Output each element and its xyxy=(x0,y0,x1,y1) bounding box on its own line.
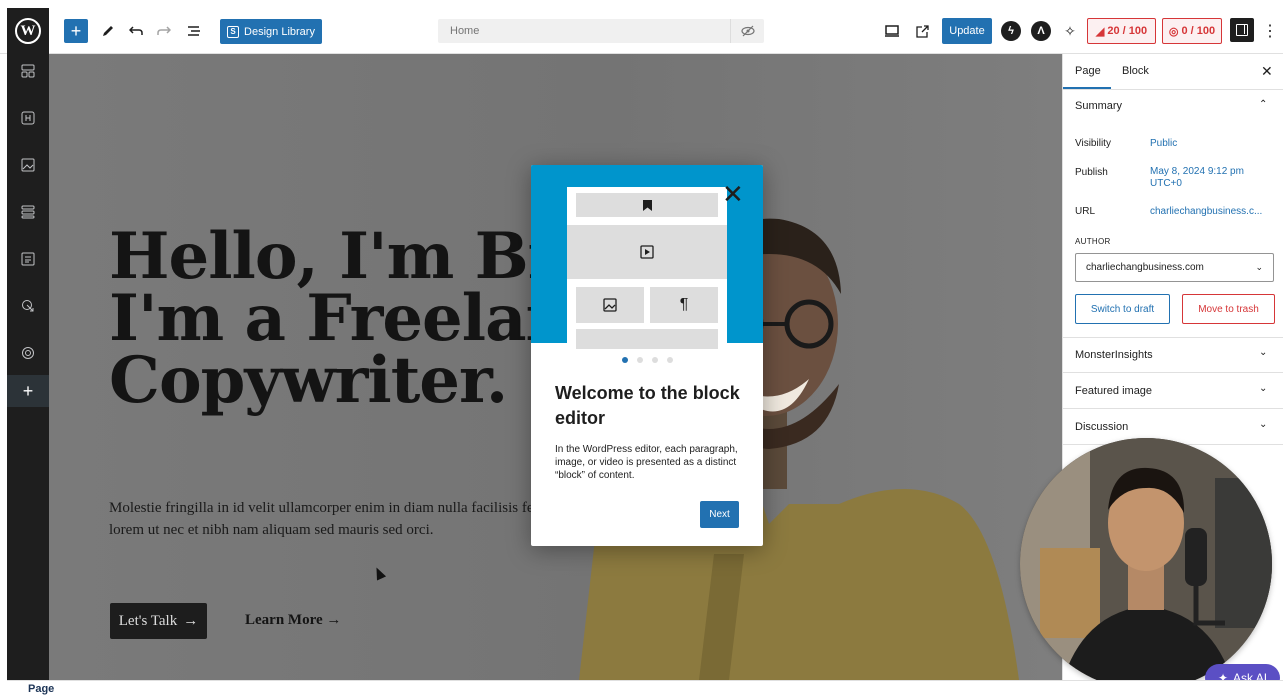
eye-slash-icon[interactable] xyxy=(730,19,764,43)
next-button[interactable]: Next xyxy=(700,501,739,528)
author-select[interactable]: charliechangbusiness.com ⌄ xyxy=(1075,253,1274,282)
document-title-bar[interactable]: Home xyxy=(438,19,764,43)
hero-subtext[interactable]: Molestie fringilla in id velit ullamcorp… xyxy=(109,497,549,541)
publish-value[interactable]: May 8, 2024 9:12 pm UTC+0 xyxy=(1150,166,1275,190)
step-dot[interactable] xyxy=(666,357,673,363)
author-value: charliechangbusiness.com xyxy=(1086,262,1204,273)
layers-icon[interactable] xyxy=(7,341,49,365)
target-icon: ◎ xyxy=(1168,25,1179,38)
stack-icon[interactable] xyxy=(7,200,49,224)
bolt-icon[interactable]: ϟ xyxy=(1001,21,1021,41)
welcome-body: In the WordPress editor, each paragraph,… xyxy=(555,444,738,481)
wordpress-logo[interactable]: W xyxy=(7,8,49,54)
document-title: Home xyxy=(450,25,480,37)
cursor-click-icon[interactable] xyxy=(7,294,49,318)
left-sidebar: + xyxy=(7,54,49,680)
heading-icon[interactable] xyxy=(7,106,49,130)
step-dot[interactable] xyxy=(621,357,628,363)
move-to-trash-button[interactable]: Move to trash xyxy=(1182,294,1275,324)
astra-icon[interactable]: Λ xyxy=(1031,21,1051,41)
block-breadcrumb: Page xyxy=(7,680,1283,697)
arrow-right-icon: → xyxy=(326,612,342,628)
pencil-icon[interactable] xyxy=(98,19,118,43)
design-library-button[interactable]: S Design Library xyxy=(220,19,322,44)
list-view-icon[interactable] xyxy=(184,19,204,43)
lets-talk-button[interactable]: Let's Talk → xyxy=(110,603,207,639)
chevron-up-icon[interactable]: ⌃ xyxy=(1259,99,1267,110)
webcam-overlay xyxy=(1020,438,1272,690)
chevron-down-icon[interactable]: ⌄ xyxy=(1259,383,1267,394)
step-dot[interactable] xyxy=(636,357,643,363)
seo-score-badge[interactable]: ◢ 20 / 100 xyxy=(1087,18,1156,44)
visibility-value[interactable]: Public xyxy=(1150,138,1275,150)
discussion-section[interactable]: Discussion xyxy=(1075,421,1128,433)
more-vertical-icon[interactable]: ⋮ xyxy=(1262,19,1278,43)
form-icon[interactable] xyxy=(7,247,49,271)
tab-page[interactable]: Page xyxy=(1063,65,1111,89)
seo-score-icon: ◢ xyxy=(1095,25,1105,38)
sparkle-icon[interactable]: ✧ xyxy=(1060,19,1080,43)
editor-toolbar: W + S Design Library Home Update ϟ Λ ✧ ◢… xyxy=(0,8,1283,54)
lets-talk-label: Let's Talk xyxy=(118,612,178,629)
step-dot[interactable] xyxy=(651,357,658,363)
url-label: URL xyxy=(1075,206,1096,217)
monsterinsights-section[interactable]: MonsterInsights xyxy=(1075,349,1153,361)
close-icon[interactable]: ✕ xyxy=(722,181,744,207)
tab-block[interactable]: Block xyxy=(1122,65,1149,77)
image-block-icon xyxy=(576,287,644,323)
readability-score-badge[interactable]: ◎ 0 / 100 xyxy=(1162,18,1222,44)
settings-panel-icon[interactable] xyxy=(1230,18,1254,42)
update-button[interactable]: Update xyxy=(942,18,992,44)
video-icon xyxy=(567,225,727,279)
switch-to-draft-button[interactable]: Switch to draft xyxy=(1075,294,1170,324)
redo-icon[interactable] xyxy=(154,19,174,43)
chevron-down-icon[interactable]: ⌄ xyxy=(1259,347,1267,358)
close-panel-icon[interactable]: ✕ xyxy=(1261,63,1273,80)
bookmark-icon xyxy=(576,193,718,217)
chevron-down-icon: ⌄ xyxy=(1255,262,1263,272)
desktop-icon[interactable] xyxy=(882,19,902,43)
featured-image-section[interactable]: Featured image xyxy=(1075,385,1152,397)
add-block-button[interactable]: + xyxy=(64,19,88,43)
learn-more-link[interactable]: Learn More → xyxy=(245,612,341,629)
author-label: AUTHOR xyxy=(1075,237,1111,246)
breadcrumb-page[interactable]: Page xyxy=(28,683,54,695)
url-value[interactable]: charliechangbusiness.c... xyxy=(1150,206,1275,218)
paragraph-icon: ¶ xyxy=(650,287,718,323)
publish-label: Publish xyxy=(1075,167,1108,178)
welcome-title: Welcome to the block editor xyxy=(555,383,740,428)
seo-score-value: 20 / 100 xyxy=(1107,25,1148,37)
external-link-icon[interactable] xyxy=(912,19,932,43)
design-library-icon: S xyxy=(227,25,240,38)
undo-icon[interactable] xyxy=(126,19,146,43)
settings-tabs: Page Block ✕ xyxy=(1063,54,1283,90)
summary-section-title[interactable]: Summary xyxy=(1075,100,1122,112)
step-indicator xyxy=(531,357,763,363)
readability-score-value: 0 / 100 xyxy=(1181,25,1216,37)
grid-icon[interactable] xyxy=(7,59,49,83)
learn-more-label: Learn More xyxy=(245,612,323,628)
image-icon[interactable] xyxy=(7,153,49,177)
welcome-guide-illustration: ¶ ✕ xyxy=(531,165,763,349)
plus-icon[interactable]: + xyxy=(7,375,49,407)
welcome-guide-modal: ¶ ✕ Welcome to the block editor In the W… xyxy=(531,165,763,546)
arrow-right-icon: → xyxy=(183,612,199,629)
visibility-label: Visibility xyxy=(1075,138,1111,149)
placeholder-block xyxy=(576,329,718,349)
design-library-label: Design Library xyxy=(244,25,315,38)
chevron-down-icon[interactable]: ⌄ xyxy=(1259,419,1267,430)
